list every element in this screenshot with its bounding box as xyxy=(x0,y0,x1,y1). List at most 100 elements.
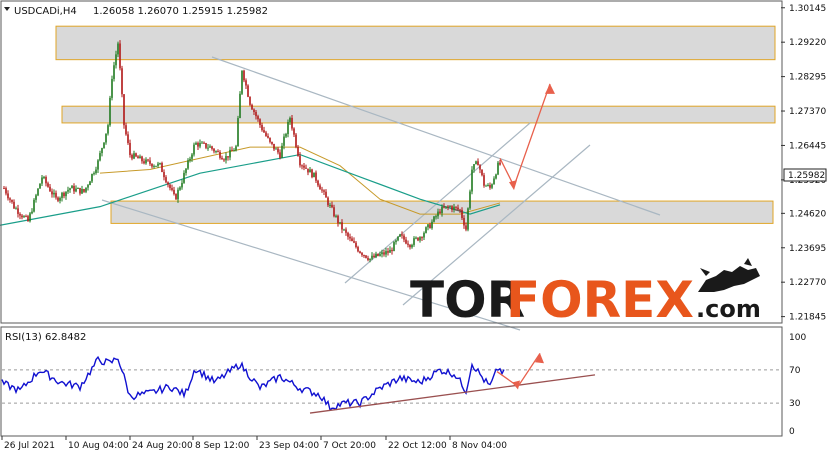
candle-body xyxy=(285,134,287,137)
resistance-zone xyxy=(55,25,776,61)
candle-body xyxy=(77,187,79,189)
candle-body xyxy=(39,183,41,189)
logo-text-forex: FOREX xyxy=(506,271,694,329)
logo-text-com: .com xyxy=(696,295,761,323)
candle-body xyxy=(345,229,347,233)
candle-body xyxy=(69,188,71,190)
candle-body xyxy=(361,253,363,256)
candle-body xyxy=(125,125,127,135)
candle-body xyxy=(215,151,217,153)
candle-body xyxy=(229,149,231,158)
candle-body xyxy=(423,232,425,238)
candle-body xyxy=(103,142,105,149)
candle-body xyxy=(101,148,103,154)
price-tick-label: 1.22770 xyxy=(789,278,826,288)
candle-body xyxy=(323,190,325,192)
candle-body xyxy=(333,207,335,217)
candle-body xyxy=(165,177,167,183)
candle-body xyxy=(331,204,333,208)
candle-body xyxy=(115,54,117,66)
candle-body xyxy=(203,142,205,144)
candle-body xyxy=(321,189,323,191)
candle-body xyxy=(417,237,419,241)
candle-body xyxy=(343,229,345,231)
candle-body xyxy=(273,143,275,150)
resistance-zone xyxy=(61,105,776,124)
candle-body xyxy=(49,186,51,192)
candle-body xyxy=(225,156,227,161)
candle-body xyxy=(149,160,151,164)
candle-body xyxy=(61,192,63,198)
candle-body xyxy=(21,215,23,218)
candle-body xyxy=(379,254,381,256)
candle-body xyxy=(457,207,459,210)
candle-body xyxy=(41,177,43,184)
candle-body xyxy=(433,216,435,222)
candle-body xyxy=(255,111,257,117)
candle-body xyxy=(371,255,373,259)
candle-body xyxy=(167,182,169,185)
candle-body xyxy=(139,156,141,159)
candle-body xyxy=(5,188,7,194)
candle-body xyxy=(489,185,491,188)
candle-body xyxy=(17,208,19,214)
candle-body xyxy=(37,188,39,196)
candle-body xyxy=(111,78,113,98)
candle-body xyxy=(141,156,143,162)
candle-body xyxy=(357,247,359,252)
candle-body xyxy=(183,172,185,183)
price-tick-label: 1.27370 xyxy=(789,107,826,117)
candle-body xyxy=(399,234,401,237)
candle-body xyxy=(177,189,179,200)
candle-body xyxy=(169,184,171,189)
candle-body xyxy=(283,136,285,146)
candle-body xyxy=(161,163,163,173)
candle-body xyxy=(319,185,321,190)
candle-body xyxy=(213,148,215,152)
candle-body xyxy=(133,153,135,159)
candle-body xyxy=(89,181,91,186)
candle-body xyxy=(245,80,247,86)
candle-body xyxy=(275,148,277,150)
candle-body xyxy=(25,216,27,218)
candle-body xyxy=(99,153,101,161)
candle-body xyxy=(251,104,253,110)
candle-body xyxy=(411,244,413,248)
candle-body xyxy=(429,224,431,229)
candle-body xyxy=(313,172,315,178)
candle-body xyxy=(303,165,305,168)
candle-body xyxy=(265,132,267,136)
candle-body xyxy=(465,225,467,230)
candle-body xyxy=(435,216,437,218)
candle-body xyxy=(451,206,453,210)
candle-body xyxy=(263,130,265,133)
rsi-level-label: 0 xyxy=(789,427,795,437)
price-tick-label: 1.24620 xyxy=(789,209,826,219)
candle-body xyxy=(269,137,271,142)
candle-body xyxy=(223,159,225,161)
candle-body xyxy=(307,168,309,173)
time-tick-label: 7 Oct 20:00 xyxy=(323,441,376,451)
price-tick-label: 1.21845 xyxy=(789,313,826,323)
candle-body xyxy=(7,193,9,199)
candle-body xyxy=(253,109,255,112)
candle-body xyxy=(195,142,197,145)
symbol-label: USDCADi,H4 xyxy=(14,6,77,17)
candle-body xyxy=(231,149,233,151)
candle-body xyxy=(403,235,405,240)
candle-body xyxy=(449,206,451,208)
candle-body xyxy=(29,213,31,222)
candle-body xyxy=(309,169,311,173)
candle-body xyxy=(181,182,183,188)
candle-body xyxy=(47,183,49,187)
candle-body xyxy=(439,211,441,214)
candle-body xyxy=(459,209,461,211)
candle-body xyxy=(67,189,69,192)
candle-body xyxy=(63,192,65,197)
candle-body xyxy=(155,165,157,167)
candle-body xyxy=(143,161,145,164)
price-tick-label: 1.23695 xyxy=(789,244,826,254)
candle-body xyxy=(129,142,131,155)
candle-body xyxy=(85,187,87,192)
candle-body xyxy=(135,153,137,157)
